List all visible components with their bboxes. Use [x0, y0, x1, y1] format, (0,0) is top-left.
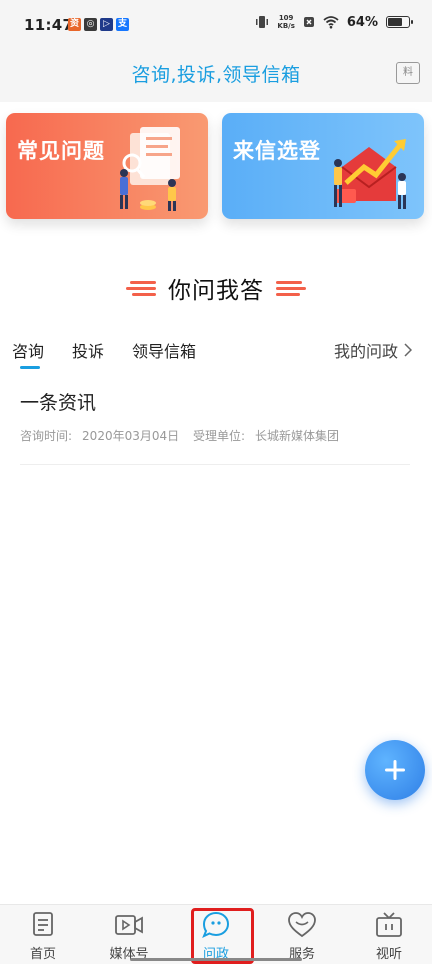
tab-leader-mailbox[interactable]: 领导信箱 — [132, 338, 196, 362]
battery-fill — [388, 18, 403, 26]
faq-illustration-icon — [120, 127, 180, 211]
my-asks-link[interactable]: 我的问政 — [334, 338, 412, 362]
item-time-label: 咨询时间: — [20, 429, 73, 443]
item-unit-value: 长城新媒体集团 — [255, 429, 340, 443]
faq-banner[interactable]: 常见问题 — [6, 113, 208, 219]
my-asks-label: 我的问政 — [333, 342, 398, 361]
tv-icon — [376, 912, 402, 937]
notification-icons: 资 ◎ ▷ 支 — [68, 18, 129, 31]
nav-audiovisual[interactable]: 视听 — [346, 911, 432, 962]
qa-section-header: 你问我答 — [0, 270, 432, 306]
highlight-box — [191, 908, 254, 964]
qa-section-title: 你问我答 — [168, 278, 264, 304]
item-unit-label: 受理单位: — [192, 429, 246, 443]
letters-illustration-icon — [334, 139, 406, 209]
decor-left-icon — [126, 281, 156, 296]
materials-icon[interactable]: 料 — [396, 62, 420, 84]
tab-consult[interactable]: 咨询 — [12, 338, 44, 362]
wifi-icon — [323, 16, 339, 29]
status-time: 11:47 — [24, 16, 74, 34]
nav-home-label: 首页 — [29, 947, 56, 962]
net-speed: 109 KB/s — [277, 14, 294, 30]
plus-icon — [385, 760, 405, 780]
app-icon-1: 资 — [68, 18, 81, 31]
no-sim-icon — [303, 17, 314, 27]
app-icon-2: ◎ — [84, 18, 97, 31]
home-doc-icon — [33, 912, 53, 936]
heart-icon — [288, 912, 316, 938]
nav-service[interactable]: 服务 — [259, 911, 345, 962]
tab-complaint[interactable]: 投诉 — [72, 338, 104, 362]
page-title: 咨询,投诉,领导信箱 — [131, 64, 301, 86]
nav-audiovisual-label: 视听 — [375, 947, 402, 962]
battery-percent: 64% — [346, 14, 378, 30]
faq-banner-title: 常见问题 — [17, 139, 105, 163]
active-tab-indicator — [20, 366, 40, 369]
chevron-right-icon — [404, 343, 412, 357]
net-speed-value: 109 — [278, 14, 294, 22]
letters-banner[interactable]: 来信选登 — [222, 113, 424, 219]
battery-icon — [386, 16, 413, 28]
app-header: 咨询,投诉,领导信箱 料 — [0, 50, 432, 102]
status-bar: 11:47 资 ◎ ▷ 支 109 KB/s 64% — [0, 0, 432, 50]
app-icon-4: 支 — [116, 18, 129, 31]
item-title: 一条资讯 — [20, 392, 97, 414]
app-icon-3: ▷ — [100, 18, 113, 31]
item-meta: 咨询时间: 2020年03月04日 受理单位: 长城新媒体集团 — [20, 427, 349, 444]
net-speed-unit: KB/s — [277, 22, 295, 30]
item-time-value: 2020年03月04日 — [82, 429, 180, 443]
home-indicator[interactable] — [130, 958, 302, 961]
vibrate-icon — [256, 16, 269, 28]
add-question-button[interactable] — [365, 740, 425, 800]
nav-home[interactable]: 首页 — [0, 911, 86, 962]
video-icon — [115, 915, 143, 935]
letters-banner-title: 来信选登 — [233, 139, 321, 163]
status-right: 109 KB/s 64% — [255, 14, 413, 30]
decor-right-icon — [276, 281, 306, 296]
nav-media[interactable]: 媒体号 — [86, 911, 172, 962]
list-item[interactable]: 一条资讯 咨询时间: 2020年03月04日 受理单位: 长城新媒体集团 — [20, 384, 410, 465]
category-tabs: 咨询 投诉 领导信箱 我的问政 — [0, 334, 432, 370]
